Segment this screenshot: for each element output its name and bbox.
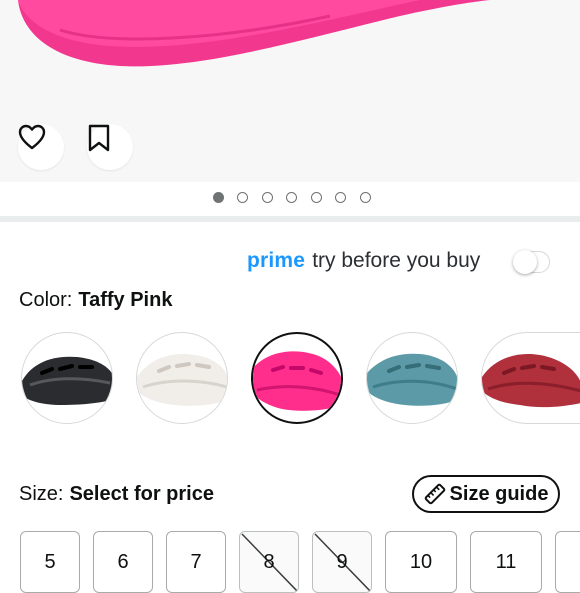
black-clog-thumbnail [22, 356, 112, 405]
size-option-10[interactable]: 10 [385, 531, 457, 593]
size-option-11[interactable]: 11 [470, 531, 542, 593]
size-label-row: Size: Select for price [19, 483, 214, 506]
size-guide-label: Size guide [449, 482, 549, 505]
pink-clog-thumbnail [253, 351, 341, 411]
size-option-label: 9 [336, 550, 348, 573]
prime-tbyb-label: try before you buy [312, 249, 481, 272]
size-option-5[interactable]: 5 [20, 531, 80, 593]
size-option-7[interactable]: 7 [166, 531, 226, 593]
size-option-partial[interactable] [555, 531, 580, 593]
size-guide-button[interactable]: Size guide [412, 475, 560, 513]
bookmark-icon [88, 124, 110, 152]
prime-try-before-you-buy: prime try before you buy [247, 246, 480, 276]
pagination-dot[interactable] [335, 192, 346, 203]
product-image[interactable] [0, 0, 580, 182]
prime-toggle[interactable] [513, 250, 537, 274]
pagination-dot[interactable] [237, 192, 248, 203]
image-pagination[interactable] [0, 192, 580, 208]
swatch-white[interactable] [136, 332, 228, 424]
section-divider [0, 216, 580, 222]
size-option-label: 5 [44, 550, 56, 573]
swatch-red[interactable] [481, 332, 580, 424]
size-option-label: 7 [190, 550, 202, 573]
teal-clog-thumbnail [367, 353, 457, 406]
save-button[interactable] [87, 124, 133, 170]
prime-logo: prime [247, 249, 306, 272]
swatch-black[interactable] [21, 332, 113, 424]
size-option-label: 8 [263, 550, 275, 573]
pagination-dot[interactable] [359, 192, 371, 203]
swatch-teal[interactable] [366, 332, 458, 424]
size-option-label: 6 [117, 550, 129, 573]
wishlist-button[interactable] [18, 124, 64, 170]
pagination-dot[interactable] [286, 192, 297, 203]
color-label-row: Color: Taffy Pink [19, 289, 172, 312]
pink-clog-image [18, 0, 490, 67]
size-label: Size: [19, 483, 64, 505]
size-option-8[interactable]: 8 [239, 531, 299, 593]
size-option-9[interactable]: 9 [312, 531, 372, 593]
pagination-dot[interactable] [261, 192, 273, 203]
color-label: Color: [19, 289, 73, 311]
swatch-taffy-pink[interactable] [251, 332, 343, 424]
ruler-icon [424, 483, 445, 505]
size-option-label: 11 [495, 550, 517, 573]
size-value: Select for price [69, 483, 214, 505]
size-option-label: 10 [409, 550, 433, 573]
pagination-dot[interactable] [310, 192, 322, 203]
red-clog-thumbnail [482, 354, 580, 408]
pagination-dot[interactable] [212, 192, 224, 203]
white-clog-thumbnail [137, 354, 227, 406]
size-option-6[interactable]: 6 [93, 531, 153, 593]
selected-color: Taffy Pink [78, 289, 173, 311]
heart-icon [18, 124, 46, 150]
